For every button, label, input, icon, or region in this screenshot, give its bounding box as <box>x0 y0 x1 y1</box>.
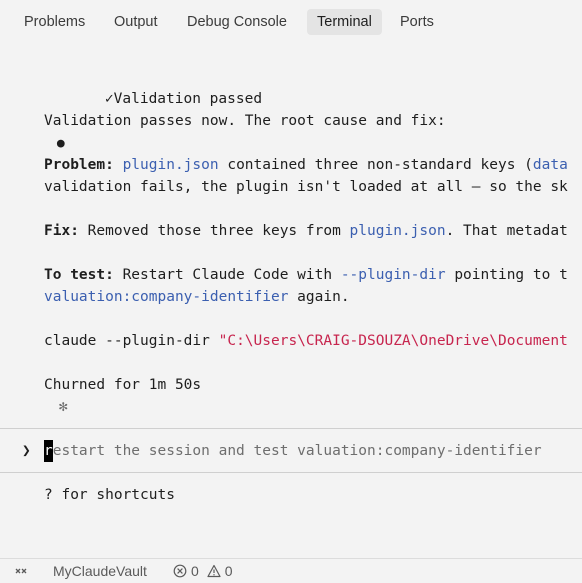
problem-line-2: validation fails, the plugin isn't loade… <box>44 179 568 195</box>
test-text: Restart Claude Code with <box>113 267 341 283</box>
panel-tabs: Problems Output Debug Console Terminal P… <box>0 0 582 44</box>
fix-text: Removed those three keys from <box>78 223 350 239</box>
command-line[interactable]: claude --plugin-dir "C:\Users\CRAIG-DSOU… <box>44 330 568 352</box>
status-bar: MyClaudeVault 0 0 <box>0 558 582 583</box>
check-icon: ✓ <box>104 91 114 107</box>
test-text-3: again. <box>288 289 350 305</box>
project-name[interactable]: MyClaudeVault <box>53 561 147 581</box>
problem-space <box>114 157 123 173</box>
bullet-icon: ● <box>56 136 65 151</box>
tab-terminal[interactable]: Terminal <box>307 9 382 35</box>
error-count: 0 <box>191 563 199 579</box>
problem-trailing: data <box>532 157 568 173</box>
prompt-top-border <box>0 428 582 429</box>
tab-output[interactable]: Output <box>104 9 168 35</box>
shortcuts-hint: ? for shortcuts <box>44 487 175 503</box>
text-cursor: r <box>44 440 53 462</box>
tab-problems[interactable]: Problems <box>14 9 95 35</box>
error-icon <box>173 564 187 578</box>
validation-text: Validation passed <box>113 91 263 107</box>
warning-count: 0 <box>224 563 233 579</box>
terminal-output[interactable]: ✓Validation passed ● Validation passes n… <box>0 44 582 558</box>
tab-debug-console[interactable]: Debug Console <box>177 9 297 35</box>
test-flag: --plugin-dir <box>340 267 446 283</box>
test-text-2: pointing to t <box>445 267 568 283</box>
test-label: To test: <box>44 267 114 283</box>
prompt-input[interactable]: restart the session and test valuation:c… <box>44 440 542 462</box>
summary-text: Validation passes now. The root cause an… <box>44 113 446 129</box>
prompt-placeholder: estart the session and test valuation:co… <box>52 443 542 459</box>
tab-ports[interactable]: Ports <box>390 9 444 35</box>
prompt-arrow-icon: ❯ <box>22 443 31 459</box>
command-path: "C:\Users\CRAIG-DSOUZA\OneDrive\Document <box>218 333 568 349</box>
churn-text: Churned for 1m 50s <box>44 377 202 393</box>
command-prefix: claude --plugin-dir <box>44 333 219 349</box>
fix-line: Fix: Removed those three keys from plugi… <box>44 220 568 242</box>
problem-file: plugin.json <box>122 157 219 173</box>
problem-text: contained three non-standard keys ( <box>218 157 533 173</box>
problems-indicator[interactable]: 0 0 <box>173 561 232 581</box>
problem-line-1: Problem: plugin.json contained three non… <box>44 154 568 176</box>
fix-text-2: . That metadat <box>445 223 568 239</box>
spinner-icon: ✻ <box>58 399 68 415</box>
remote-icon[interactable] <box>14 561 28 581</box>
fix-label: Fix: <box>44 223 79 239</box>
fix-file: plugin.json <box>349 223 446 239</box>
test-line-1: To test: Restart Claude Code with --plug… <box>44 264 568 286</box>
prompt-bottom-border <box>0 472 582 473</box>
test-line-2: valuation:company-identifier again. <box>44 286 350 308</box>
problem-label: Problem: <box>44 157 114 173</box>
warning-icon <box>207 564 221 578</box>
test-skill: valuation:company-identifier <box>44 289 289 305</box>
